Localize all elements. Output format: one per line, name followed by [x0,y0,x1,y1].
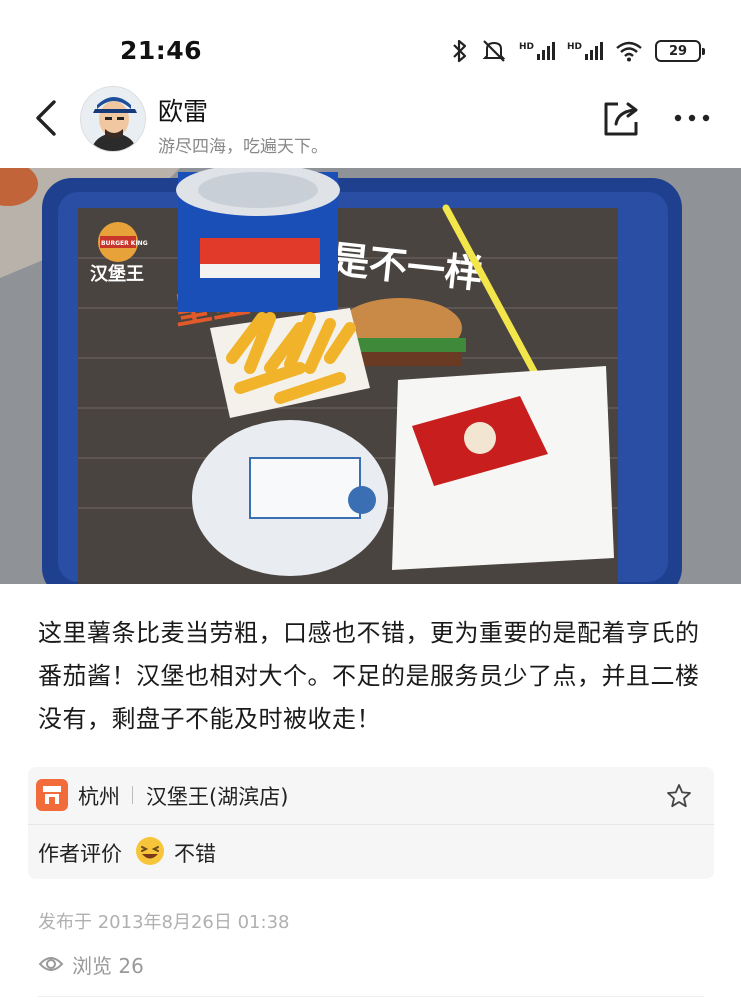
post-photo[interactable]: 汉堡王 BURGER KING 是不一样 皇堡 [0,168,741,584]
bluetooth-icon [453,39,467,63]
status-bar: 21:46 HD HD 29 [0,0,741,88]
avatar-image [81,87,145,151]
bottom-divider [38,996,704,997]
location-row[interactable]: 杭州 汉堡王(湖滨店) [28,767,714,824]
publish-time: 发布于 2013年8月26日 01:38 [38,912,290,933]
star-icon[interactable] [665,782,693,810]
signal-icon-2: HD [567,42,603,60]
location-city[interactable]: 杭州 [78,781,120,811]
rating-value: 不错 [174,842,216,866]
brand-text: 汉堡王 [90,263,144,285]
back-arrow-icon[interactable] [28,98,68,138]
rating-label: 作者评价 [38,842,122,866]
status-icons: HD HD 29 [451,38,705,64]
store-icon [36,779,68,811]
author-name[interactable]: 欧雷 [158,92,208,128]
location-shop[interactable]: 汉堡王(湖滨店) [146,781,288,811]
wifi-icon [616,41,642,62]
location-separator [132,786,133,804]
rating-row: 作者评价 不错 [28,825,714,879]
signal-icon: HD [519,42,555,60]
avatar[interactable] [80,86,146,152]
post-header: 欧雷 游尽四海，吃遍天下。 [0,84,741,168]
view-count-label: 浏览 26 [72,953,144,978]
more-dots-icon[interactable] [672,112,712,124]
author-motto: 游尽四海，吃遍天下。 [158,137,328,157]
location-card: 杭州 汉堡王(湖滨店) 作者评价 不错 [28,767,714,879]
view-count: 浏览 26 [38,950,144,978]
post-text: 这里薯条比麦当劳粗，口感也不错，更为重要的是配着亨氏的番茄酱！汉堡也相对大个。不… [38,619,700,733]
status-time: 21:46 [120,36,203,65]
eye-icon [38,957,64,971]
laughing-emoji-icon [136,837,164,865]
battery-icon: 29 [655,40,705,62]
brand-tag: BURGER KING [101,240,148,247]
share-icon[interactable] [600,96,644,140]
meal-photo-illustration: 汉堡王 BURGER KING 是不一样 皇堡 [0,168,741,584]
mute-bell-icon [482,40,506,62]
